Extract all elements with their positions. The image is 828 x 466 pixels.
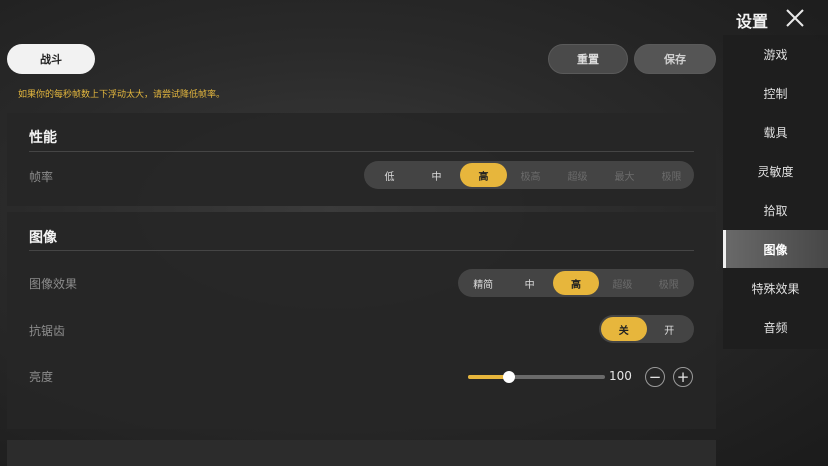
fps-warning-text: 如果你的每秒帧数上下浮动太大，请尝试降低帧率。 (18, 90, 226, 100)
save-button[interactable]: 保存 (634, 44, 716, 74)
graphics-quality-selector-option[interactable]: 中 (506, 271, 552, 295)
graphics-quality-selector-option[interactable]: 高 (552, 271, 600, 295)
brightness-value: 100 (609, 369, 632, 383)
graphics-quality-selector-option: 极限 (658, 279, 679, 291)
sidebar-item[interactable]: 灵敏度 (723, 152, 828, 190)
close-icon[interactable] (785, 8, 805, 28)
frame-rate-selector-option[interactable]: 中 (413, 163, 460, 187)
brightness-slider-thumb[interactable] (503, 371, 515, 383)
reset-button[interactable]: 重置 (548, 44, 628, 74)
performance-panel: 性能 帧率 (7, 113, 716, 206)
settings-title: 设置 (736, 12, 769, 31)
anti-aliasing-toggle-option[interactable]: 开 (647, 317, 693, 341)
sidebar-item[interactable]: 特殊效果 (723, 269, 828, 307)
sidebar-item[interactable]: 控制 (723, 74, 828, 112)
sidebar-item[interactable]: 音频 (723, 308, 828, 346)
anti-aliasing-label: 抗锯齿 (29, 324, 66, 338)
performance-divider (29, 151, 694, 152)
graphics-quality-selector: 精简中高超级 极限 (458, 269, 694, 297)
anti-aliasing-toggle-option[interactable]: 关 (601, 317, 647, 341)
frame-rate-selector-option[interactable]: 高 (460, 163, 507, 187)
sidebar-item[interactable]: 图像 (723, 230, 828, 268)
graphics-divider (29, 250, 694, 251)
frame-rate-selector-option: 极限 (661, 171, 682, 183)
frame-rate-selector-option: 最大 (614, 171, 635, 183)
sidebar-item[interactable]: 载具 (723, 113, 828, 151)
sidebar-item[interactable]: 游戏 (723, 35, 828, 73)
sidebar-item[interactable]: 拾取 (723, 191, 828, 229)
settings-sidebar: 游戏 控制 载具 灵敏度 拾取 图像 特殊效果 音频 (723, 35, 828, 349)
next-panel-edge (7, 440, 716, 466)
frame-rate-selector-option: 极高 (520, 171, 541, 183)
graphics-title: 图像 (29, 230, 57, 246)
graphics-quality-label: 图像效果 (29, 277, 78, 291)
graphics-quality-selector-option: 超级 (612, 279, 633, 291)
frame-rate-selector-option: 超级 (567, 171, 588, 183)
brightness-increase-button[interactable]: + (673, 367, 693, 387)
frame-rate-selector-option[interactable]: 低 (366, 163, 413, 187)
graphics-quality-selector-option[interactable]: 精简 (460, 271, 506, 295)
anti-aliasing-toggle: 关开 (599, 315, 694, 343)
brightness-slider[interactable] (468, 371, 605, 383)
frame-rate-label: 帧率 (29, 170, 54, 184)
brightness-label: 亮度 (29, 370, 54, 384)
brightness-decrease-button[interactable]: − (645, 367, 665, 387)
frame-rate-selector: 低中高 极高 超级 最大 极限 (364, 161, 694, 189)
performance-title: 性能 (29, 130, 57, 146)
tab-battle[interactable]: 战斗 (7, 44, 95, 74)
